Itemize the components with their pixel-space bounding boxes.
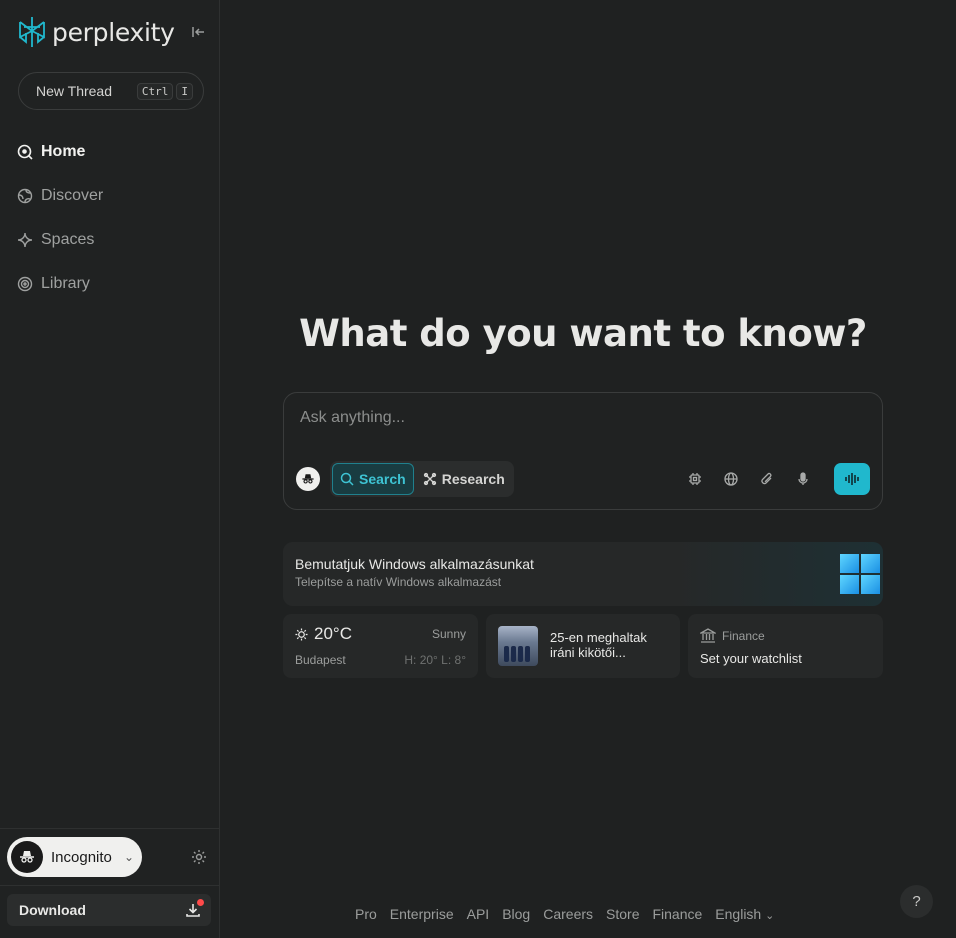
weather-city: Budapest (295, 653, 346, 667)
sidebar-item-label: Spaces (41, 231, 95, 248)
incognito-avatar-icon (11, 841, 43, 873)
divider (0, 885, 220, 886)
collapse-sidebar-icon[interactable] (190, 24, 206, 40)
news-thumbnail (498, 626, 538, 666)
sun-icon (295, 627, 308, 641)
voice-mode-button[interactable] (834, 463, 870, 495)
sidebar: perplexity New Thread Ctrl I Home Discov… (0, 0, 220, 938)
mode-selector: Search Research (330, 461, 514, 497)
chevron-down-icon: ⌄ (765, 910, 775, 922)
globe-icon[interactable] (722, 468, 740, 490)
sidebar-item-home[interactable]: Home (17, 130, 103, 174)
download-button[interactable]: Download (7, 894, 211, 926)
help-button[interactable]: ? (900, 885, 933, 918)
shortcut-keys: Ctrl I (136, 82, 193, 100)
attach-icon[interactable] (758, 468, 776, 490)
search-box: Search Research (283, 392, 883, 510)
logo[interactable]: perplexity (18, 16, 175, 48)
search-tools (686, 468, 812, 490)
brand-name: perplexity (52, 17, 175, 47)
news-widget[interactable]: 25-en meghaltak iráni kikötői... (486, 614, 680, 678)
finance-header: Finance (700, 628, 765, 644)
account-menu-button[interactable]: Incognito ⌄ (7, 837, 142, 877)
notification-dot (197, 899, 204, 906)
footer-link-pro[interactable]: Pro (355, 906, 377, 922)
search-icon (340, 472, 354, 486)
search-input[interactable] (300, 407, 860, 429)
chevron-down-icon: ⌄ (123, 850, 134, 864)
temperature-value: 20°C (314, 624, 352, 643)
incognito-profile-icon[interactable] (296, 467, 320, 491)
footer-link-finance[interactable]: Finance (652, 906, 702, 922)
news-headline: 25-en meghaltak iráni kikötői... (550, 630, 647, 660)
sidebar-item-spaces[interactable]: Spaces (17, 218, 103, 262)
research-mode-label: Research (441, 471, 505, 487)
perplexity-logo-icon (19, 17, 45, 47)
page-title: What do you want to know? (299, 312, 867, 355)
weather-condition: Sunny (431, 627, 466, 641)
research-icon (423, 472, 436, 486)
divider (0, 828, 220, 829)
sidebar-item-library[interactable]: Library (17, 262, 103, 306)
footer-link-careers[interactable]: Careers (543, 906, 593, 922)
home-icon (17, 144, 33, 160)
sidebar-item-label: Discover (41, 187, 104, 204)
sidebar-nav: Home Discover Spaces Library (17, 130, 103, 306)
footer-link-blog[interactable]: Blog (502, 906, 530, 922)
globe-icon (17, 188, 33, 204)
account-name: Incognito (51, 848, 112, 866)
footer-link-api[interactable]: API (467, 906, 490, 922)
footer-links: Pro Enterprise API Blog Careers Store Fi… (355, 906, 774, 922)
download-label: Download (19, 902, 86, 918)
weather-temp: 20°C (295, 624, 352, 644)
language-selector[interactable]: English ⌄ (715, 906, 774, 922)
bank-icon (700, 628, 716, 643)
new-thread-label: New Thread (36, 83, 113, 99)
search-mode-label: Search (359, 471, 406, 487)
sidebar-item-label: Home (41, 143, 86, 160)
gear-icon[interactable] (190, 848, 208, 866)
sidebar-item-discover[interactable]: Discover (17, 174, 103, 218)
shortcut-key-ctrl: Ctrl (136, 82, 174, 100)
shortcut-key-i: I (176, 82, 193, 100)
weather-high-low: H: 20° L: 8° (404, 653, 466, 667)
new-thread-button[interactable]: New Thread Ctrl I (18, 72, 204, 110)
banner-title: Bemutatjuk Windows alkalmazásunkat (295, 556, 534, 572)
waveform-icon (845, 473, 859, 485)
mic-icon[interactable] (794, 468, 812, 490)
finance-text: Set your watchlist (700, 651, 802, 666)
search-mode-button[interactable]: Search (332, 463, 414, 495)
banner-subtitle: Telepítse a natív Windows alkalmazást (295, 575, 502, 589)
sparkle-icon (17, 232, 33, 248)
windows-logo-icon (840, 554, 880, 594)
finance-widget[interactable]: Finance Set your watchlist (688, 614, 883, 678)
library-icon (17, 276, 33, 292)
footer-link-enterprise[interactable]: Enterprise (390, 906, 454, 922)
weather-widget[interactable]: 20°C Sunny Budapest H: 20° L: 8° (283, 614, 478, 678)
footer-link-store[interactable]: Store (606, 906, 639, 922)
sidebar-item-label: Library (41, 275, 90, 292)
finance-label: Finance (722, 629, 765, 643)
language-label: English (715, 906, 762, 922)
research-mode-button[interactable]: Research (416, 463, 512, 495)
windows-app-banner[interactable]: Bemutatjuk Windows alkalmazásunkat Telep… (283, 542, 883, 606)
model-icon[interactable] (686, 468, 704, 490)
